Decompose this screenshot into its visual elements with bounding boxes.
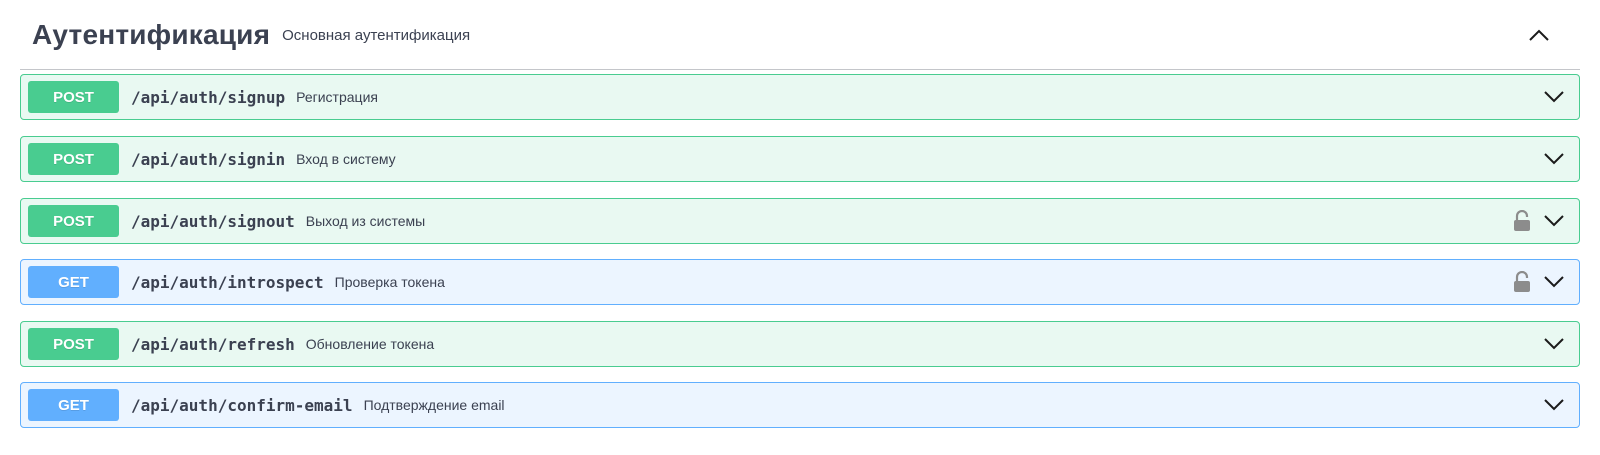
operation-signout[interactable]: POST /api/auth/signout Выход из системы [20,198,1580,244]
operation-summary: Подтверждение email [363,397,505,413]
chevron-up-icon[interactable] [1524,20,1554,50]
operation-controls [1511,199,1567,243]
operation-path: /api/auth/introspect [131,272,324,292]
chevron-down-icon[interactable] [1541,392,1567,418]
operation-path: /api/auth/refresh [131,334,295,354]
method-badge: POST [28,328,119,360]
operation-controls [1511,260,1567,304]
operation-path: /api/auth/signout [131,211,295,231]
tag-description: Основная аутентификация [282,27,471,44]
operation-signup[interactable]: POST /api/auth/signup Регистрация [20,74,1580,120]
swagger-tag-section: Аутентификация Основная аутентификация P… [0,0,1600,455]
operation-summary: Проверка токена [334,274,445,290]
chevron-down-icon[interactable] [1541,208,1567,234]
operation-path: /api/auth/signin [131,149,286,169]
method-badge: GET [28,389,119,421]
operation-refresh[interactable]: POST /api/auth/refresh Обновление токена [20,321,1580,367]
operation-introspect[interactable]: GET /api/auth/introspect Проверка токена [20,259,1580,305]
method-badge: POST [28,81,119,113]
tag-title: Аутентификация [32,18,271,50]
operation-confirm-email[interactable]: GET /api/auth/confirm-email Подтверждени… [20,382,1580,428]
method-badge: GET [28,266,119,298]
operation-controls [1541,75,1567,119]
operation-signin[interactable]: POST /api/auth/signin Вход в систему [20,136,1580,182]
operation-path: /api/auth/signup [131,87,286,107]
operation-controls [1541,137,1567,181]
operation-summary: Выход из системы [305,213,426,229]
method-badge: POST [28,205,119,237]
tag-header[interactable]: Аутентификация Основная аутентификация [20,0,1580,70]
operation-summary: Обновление токена [305,336,435,352]
operation-controls [1541,322,1567,366]
operation-path: /api/auth/confirm-email [131,395,353,415]
unlocked-icon[interactable] [1511,269,1533,295]
chevron-down-icon[interactable] [1541,84,1567,110]
method-badge: POST [28,143,119,175]
operation-controls [1541,383,1567,427]
chevron-down-icon[interactable] [1541,146,1567,172]
operation-summary: Регистрация [296,89,378,105]
unlocked-icon[interactable] [1511,208,1533,234]
operation-summary: Вход в систему [296,151,396,167]
chevron-down-icon[interactable] [1541,331,1567,357]
chevron-down-icon[interactable] [1541,269,1567,295]
